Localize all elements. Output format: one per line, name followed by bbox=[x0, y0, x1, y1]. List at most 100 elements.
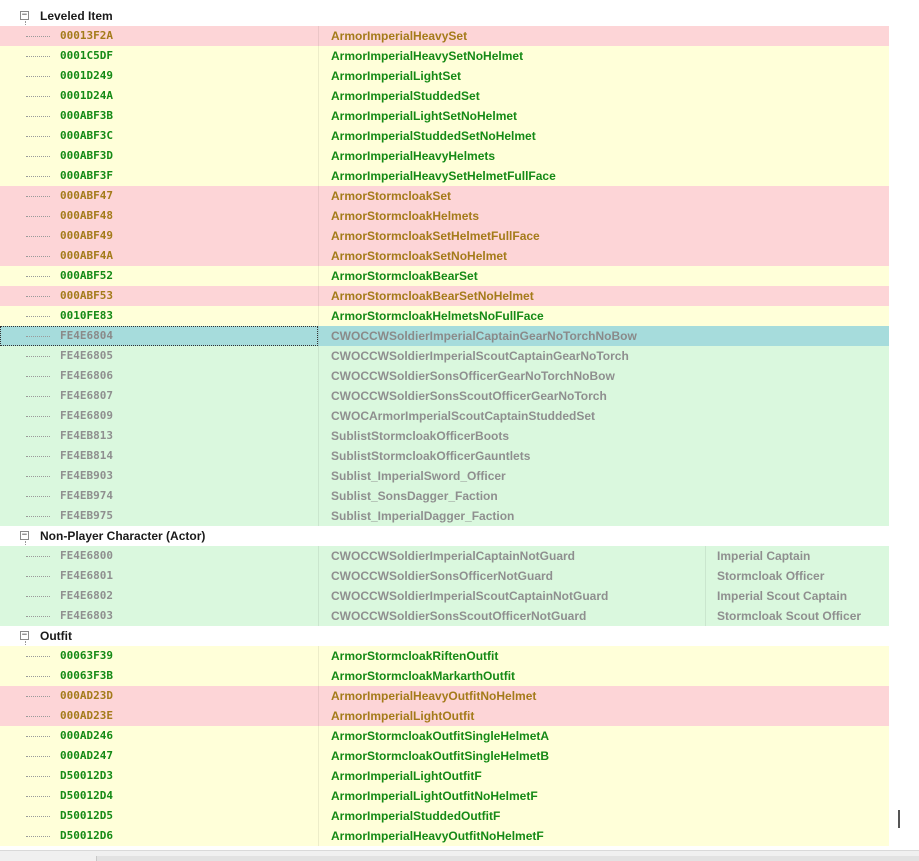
record-row[interactable]: FE4E6805 CWOCCWSoldierImperialScoutCaptai… bbox=[0, 346, 889, 366]
editor-id-cell: ArmorImperialHeavySetNoHelmet bbox=[331, 49, 524, 63]
record-row[interactable]: FE4E6803 CWOCCWSoldierSonsScoutOfficerNot… bbox=[0, 606, 889, 626]
form-id-cell: 000ABF47 bbox=[60, 189, 113, 202]
record-row[interactable]: FE4E6801 CWOCCWSoldierSonsOfficerNotGuard… bbox=[0, 566, 889, 586]
record-row[interactable]: 0001C5DF ArmorImperialHeavySetNoHelmet bbox=[0, 46, 889, 66]
editor-id-cell: CWOCCWSoldierSonsOfficerGearNoTorchNoBow bbox=[331, 369, 615, 383]
tree-group-non-player-character-actor[interactable]: − Non-Player Character (Actor) bbox=[0, 526, 889, 611]
column-divider bbox=[318, 246, 319, 266]
record-row[interactable]: D50012D6 ArmorImperialHeavyOutfitNoHelmet… bbox=[0, 826, 889, 846]
column-divider bbox=[318, 826, 319, 846]
record-row[interactable]: 00063F39 ArmorStormcloakRiftenOutfit bbox=[0, 646, 889, 666]
record-row[interactable]: D50012D3 ArmorImperialLightOutfitF bbox=[0, 766, 889, 786]
record-row[interactable]: FE4EB903 Sublist_ImperialSword_Officer bbox=[0, 466, 889, 486]
vertical-scrollbar[interactable] bbox=[889, 0, 919, 850]
record-row[interactable]: 000ABF53 ArmorStormcloakBearSetNoHelmet bbox=[0, 286, 889, 306]
record-tree[interactable]: − Leveled Item 00013F2A ArmorImperialHeavyS… bbox=[0, 6, 889, 846]
record-row[interactable]: FE4EB975 Sublist_ImperialDagger_Faction bbox=[0, 506, 889, 526]
record-row[interactable]: 000AD23E ArmorImperialLightOutfit bbox=[0, 706, 889, 726]
record-row[interactable]: 000ABF4A ArmorStormcloakSetNoHelmet bbox=[0, 246, 889, 266]
editor-id-cell: ArmorImperialLightSet bbox=[331, 69, 462, 83]
form-id-cell: 000AD246 bbox=[60, 729, 113, 742]
record-row[interactable]: 000ABF48 ArmorStormcloakHelmets bbox=[0, 206, 889, 226]
column-divider bbox=[318, 86, 319, 106]
display-name-cell: Imperial Scout Captain bbox=[717, 589, 848, 603]
editor-id-cell: Sublist_SonsDagger_Faction bbox=[331, 489, 498, 503]
record-row[interactable]: 000ABF3D ArmorImperialHeavyHelmets bbox=[0, 146, 889, 166]
form-id-cell: FE4E6805 bbox=[60, 349, 113, 362]
record-row[interactable]: 000AD23D ArmorImperialHeavyOutfitNoHelmet bbox=[0, 686, 889, 706]
record-row[interactable]: 000AD246 ArmorStormcloakOutfitSingleHelme… bbox=[0, 726, 889, 746]
column-divider bbox=[318, 186, 319, 206]
editor-id-cell: Sublist_ImperialDagger_Faction bbox=[331, 509, 515, 523]
record-row[interactable]: FE4E6807 CWOCCWSoldierSonsScoutOfficerGea… bbox=[0, 386, 889, 406]
record-row[interactable]: 000ABF47 ArmorStormcloakSet bbox=[0, 186, 889, 206]
editor-id-cell: ArmorStormcloakHelmetsNoFullFace bbox=[331, 309, 544, 323]
tree-group-outfit[interactable]: − Outfit bbox=[0, 626, 889, 831]
column-divider bbox=[318, 786, 319, 806]
editor-id-cell: ArmorImperialStuddedSetNoHelmet bbox=[331, 129, 536, 143]
record-row[interactable]: FE4E6800 CWOCCWSoldierImperialCaptainNotG… bbox=[0, 546, 889, 566]
editor-id-cell: ArmorStormcloakRiftenOutfit bbox=[331, 649, 499, 663]
collapse-toggle-icon[interactable]: − bbox=[20, 631, 29, 640]
form-id-cell: 00063F39 bbox=[60, 649, 113, 662]
form-id-cell: FE4E6801 bbox=[60, 569, 113, 582]
record-row[interactable]: 000ABF3B ArmorImperialLightSetNoHelmet bbox=[0, 106, 889, 126]
record-row[interactable]: 00013F2A ArmorImperialHeavySet bbox=[0, 26, 889, 46]
column-divider bbox=[318, 686, 319, 706]
group-label: Leveled Item bbox=[40, 9, 113, 23]
form-id-cell: 000ABF3B bbox=[60, 109, 113, 122]
column-divider bbox=[318, 506, 319, 526]
record-row[interactable]: 0010FE83 ArmorStormcloakHelmetsNoFullFace bbox=[0, 306, 889, 326]
record-row[interactable]: 00063F3B ArmorStormcloakMarkarthOutfit bbox=[0, 666, 889, 686]
column-divider bbox=[318, 446, 319, 466]
record-row[interactable]: FE4E6806 CWOCCWSoldierSonsOfficerGearNoTo… bbox=[0, 366, 889, 386]
editor-id-cell: ArmorStormcloakBearSetNoHelmet bbox=[331, 289, 534, 303]
scrollbar-thumb[interactable] bbox=[898, 810, 900, 828]
collapse-toggle-icon[interactable]: − bbox=[20, 11, 29, 20]
collapse-toggle-icon[interactable]: − bbox=[20, 531, 29, 540]
record-row[interactable]: 000ABF3C ArmorImperialStuddedSetNoHelmet bbox=[0, 126, 889, 146]
editor-id-cell: ArmorImperialLightOutfit bbox=[331, 709, 475, 723]
editor-id-cell: CWOCCWSoldierSonsScoutOfficerNotGuard bbox=[331, 609, 587, 623]
record-row[interactable]: 000ABF49 ArmorStormcloakSetHelmetFullFace bbox=[0, 226, 889, 246]
horizontal-scrollbar-track[interactable] bbox=[96, 856, 919, 861]
column-divider bbox=[705, 586, 706, 606]
column-divider bbox=[318, 66, 319, 86]
editor-id-cell: CWOCCWSoldierSonsScoutOfficerGearNoTorch bbox=[331, 389, 607, 403]
form-id-cell: D50012D4 bbox=[60, 789, 113, 802]
record-row[interactable]: D50012D4 ArmorImperialLightOutfitNoHelmet… bbox=[0, 786, 889, 806]
record-row[interactable]: FE4EB814 SublistStormcloakOfficerGauntlet… bbox=[0, 446, 889, 466]
record-row[interactable]: 000ABF3F ArmorImperialHeavySetHelmetFullF… bbox=[0, 166, 889, 186]
form-id-cell: 000ABF52 bbox=[60, 269, 113, 282]
horizontal-scrollbar[interactable] bbox=[0, 850, 919, 861]
record-row[interactable]: FE4E6804 CWOCCWSoldierImperialCaptainGear… bbox=[0, 326, 889, 346]
editor-id-cell: ArmorImperialHeavySet bbox=[331, 29, 468, 43]
editor-id-cell: ArmorImperialStuddedSet bbox=[331, 89, 480, 103]
record-row[interactable]: FE4E6802 CWOCCWSoldierImperialScoutCaptai… bbox=[0, 586, 889, 606]
column-divider bbox=[318, 706, 319, 726]
display-name-cell: Stormcloak Officer bbox=[717, 569, 825, 583]
record-row[interactable]: FE4EB974 Sublist_SonsDagger_Faction bbox=[0, 486, 889, 506]
record-row[interactable]: 0001D24A ArmorImperialStuddedSet bbox=[0, 86, 889, 106]
form-id-cell: 000ABF49 bbox=[60, 229, 113, 242]
editor-id-cell: CWOCCWSoldierSonsOfficerNotGuard bbox=[331, 569, 554, 583]
record-row[interactable]: 0001D249 ArmorImperialLightSet bbox=[0, 66, 889, 86]
form-id-cell: FE4EB903 bbox=[60, 469, 113, 482]
editor-id-cell: ArmorStormcloakSet bbox=[331, 189, 452, 203]
form-id-cell: FE4E6800 bbox=[60, 549, 113, 562]
group-label: Outfit bbox=[40, 629, 72, 643]
record-row[interactable]: FE4EB813 SublistStormcloakOfficerBoots bbox=[0, 426, 889, 446]
form-id-cell: FE4E6803 bbox=[60, 609, 113, 622]
column-divider bbox=[318, 606, 319, 626]
record-row[interactable]: 000AD247 ArmorStormcloakOutfitSingleHelme… bbox=[0, 746, 889, 766]
record-row[interactable]: FE4E6809 CWOCArmorImperialScoutCaptainStu… bbox=[0, 406, 889, 426]
editor-id-cell: ArmorStormcloakOutfitSingleHelmetB bbox=[331, 749, 550, 763]
column-divider bbox=[318, 726, 319, 746]
editor-id-cell: ArmorStormcloakMarkarthOutfit bbox=[331, 669, 516, 683]
record-row[interactable]: D50012D5 ArmorImperialStuddedOutfitF bbox=[0, 806, 889, 826]
form-id-cell: FE4E6807 bbox=[60, 389, 113, 402]
record-row[interactable]: 000ABF52 ArmorStormcloakBearSet bbox=[0, 266, 889, 286]
editor-id-cell: ArmorImperialHeavyHelmets bbox=[331, 149, 496, 163]
tree-group-leveled-item[interactable]: − Leveled Item bbox=[0, 6, 889, 511]
editor-id-cell: ArmorImperialHeavyOutfitNoHelmet bbox=[331, 689, 537, 703]
